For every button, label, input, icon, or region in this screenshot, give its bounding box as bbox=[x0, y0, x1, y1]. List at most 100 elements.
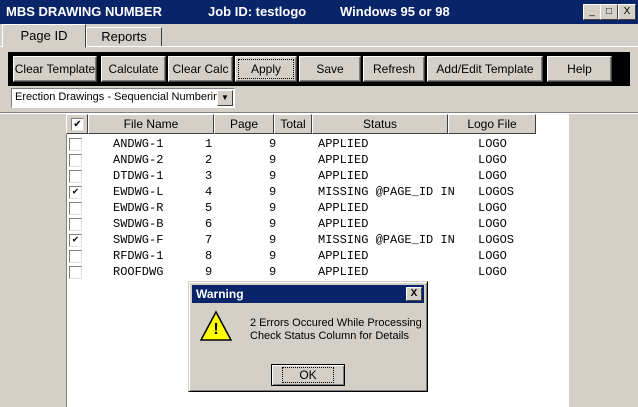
chevron-down-icon[interactable]: ▼ bbox=[217, 90, 233, 106]
total-cell: 9 bbox=[269, 137, 277, 151]
tab-divider bbox=[0, 46, 638, 47]
table-row[interactable]: ANDWG-1 1 9 APPLIED LOGO bbox=[66, 136, 568, 152]
table-row[interactable]: ROOFDWG 9 9 APPLIED LOGO bbox=[66, 264, 568, 280]
page-cell: 8 bbox=[205, 249, 213, 263]
table-row[interactable]: RFDWG-1 8 9 APPLIED LOGO bbox=[66, 248, 568, 264]
save-button[interactable]: Save bbox=[299, 56, 361, 82]
warning-icon: ! bbox=[199, 310, 233, 344]
row-checkbox[interactable] bbox=[69, 138, 82, 151]
minimize-button[interactable]: _ bbox=[583, 4, 601, 20]
status-cell: APPLIED bbox=[318, 169, 369, 183]
close-button[interactable]: X bbox=[618, 4, 636, 20]
total-cell: 9 bbox=[269, 265, 277, 279]
total-cell: 9 bbox=[269, 169, 277, 183]
logo-file-cell: LOGO bbox=[478, 217, 507, 231]
page-cell: 4 bbox=[205, 185, 213, 199]
status-cell: APPLIED bbox=[318, 217, 369, 231]
file-name-cell: SWDWG-B bbox=[113, 217, 164, 231]
column-status[interactable]: Status bbox=[312, 114, 448, 134]
refresh-button[interactable]: Refresh bbox=[363, 56, 425, 82]
select-all-header[interactable]: ✔ bbox=[66, 114, 88, 134]
column-total[interactable]: Total bbox=[274, 114, 312, 134]
status-cell: MISSING @PAGE_ID IN bbox=[318, 185, 455, 199]
tab-page-id[interactable]: Page ID bbox=[2, 24, 86, 48]
row-checkbox[interactable] bbox=[69, 154, 82, 167]
calculate-button[interactable]: Calculate bbox=[101, 56, 166, 82]
file-name-cell: SWDWG-F bbox=[113, 233, 164, 247]
logo-file-cell: LOGOS bbox=[478, 185, 515, 199]
status-cell: APPLIED bbox=[318, 249, 369, 263]
dialog-title-bar: Warning X bbox=[192, 285, 424, 303]
status-cell: APPLIED bbox=[318, 201, 369, 215]
select-all-checkbox[interactable]: ✔ bbox=[71, 118, 84, 131]
warning-icon-glyph: ! bbox=[213, 321, 219, 338]
row-checkbox[interactable] bbox=[69, 250, 82, 263]
row-checkbox[interactable] bbox=[69, 202, 82, 215]
total-cell: 9 bbox=[269, 217, 277, 231]
total-cell: 9 bbox=[269, 233, 277, 247]
logo-file-cell: LOGO bbox=[478, 137, 507, 151]
file-name-cell: ANDWG-1 bbox=[113, 137, 164, 151]
maximize-button[interactable]: □ bbox=[600, 4, 618, 20]
warning-dialog: Warning X ! 2 Errors Occured While Proce… bbox=[188, 281, 428, 392]
title-bar: MBS DRAWING NUMBER Job ID: testlogo Wind… bbox=[0, 0, 638, 24]
page-cell: 1 bbox=[205, 137, 213, 151]
logo-file-cell: LOGO bbox=[478, 169, 507, 183]
file-name-cell: ANDWG-2 bbox=[113, 153, 164, 167]
logo-file-cell: LOGO bbox=[478, 265, 507, 279]
logo-file-cell: LOGOS bbox=[478, 233, 515, 247]
os-label: Windows 95 or 98 bbox=[340, 4, 450, 19]
page-cell: 3 bbox=[205, 169, 213, 183]
dialog-message-line1: 2 Errors Occured While Processing bbox=[250, 317, 422, 329]
row-checkbox[interactable]: ✔ bbox=[69, 186, 82, 199]
dialog-message-line2: Check Status Column for Details bbox=[250, 330, 409, 342]
page-cell: 2 bbox=[205, 153, 213, 167]
row-checkbox[interactable] bbox=[69, 170, 82, 183]
page-cell: 9 bbox=[205, 265, 213, 279]
dialog-title: Warning bbox=[196, 287, 244, 301]
logo-file-cell: LOGO bbox=[478, 201, 507, 215]
total-cell: 9 bbox=[269, 185, 277, 199]
logo-file-cell: LOGO bbox=[478, 249, 507, 263]
table-row[interactable]: ✔ SWDWG-F 7 9 MISSING @PAGE_ID IN LOGOS bbox=[66, 232, 568, 248]
logo-file-cell: LOGO bbox=[478, 153, 507, 167]
column-file-name[interactable]: File Name bbox=[88, 114, 214, 134]
status-cell: APPLIED bbox=[318, 265, 369, 279]
page-cell: 5 bbox=[205, 201, 213, 215]
total-cell: 9 bbox=[269, 249, 277, 263]
tab-reports[interactable]: Reports bbox=[86, 27, 162, 47]
file-name-cell: EWDWG-R bbox=[113, 201, 164, 215]
clear-calc-button[interactable]: Clear Calc bbox=[168, 56, 233, 82]
clear-template-button[interactable]: Clear Template bbox=[13, 56, 97, 82]
table-row[interactable]: EWDWG-R 5 9 APPLIED LOGO bbox=[66, 200, 568, 216]
file-name-cell: ROOFDWG bbox=[113, 265, 164, 279]
status-cell: MISSING @PAGE_ID IN bbox=[318, 233, 455, 247]
template-select[interactable]: Erection Drawings - Sequencial Numbering… bbox=[11, 88, 235, 108]
add-edit-template-button[interactable]: Add/Edit Template bbox=[427, 56, 543, 82]
toolbar: Clear Template Calculate Clear Calc Appl… bbox=[8, 52, 630, 86]
help-button[interactable]: Help bbox=[547, 56, 612, 82]
file-name-cell: RFDWG-1 bbox=[113, 249, 164, 263]
column-page[interactable]: Page bbox=[214, 114, 274, 134]
column-logo-file[interactable]: Logo File bbox=[448, 114, 536, 134]
template-select-value: Erection Drawings - Sequencial Numbering bbox=[15, 91, 226, 103]
page-cell: 7 bbox=[205, 233, 213, 247]
status-cell: APPLIED bbox=[318, 153, 369, 167]
page-cell: 6 bbox=[205, 217, 213, 231]
table-row[interactable]: DTDWG-1 3 9 APPLIED LOGO bbox=[66, 168, 568, 184]
row-checkbox[interactable] bbox=[69, 266, 82, 279]
window-title: MBS DRAWING NUMBER bbox=[6, 4, 162, 19]
table-row[interactable]: ✔ EWDWG-L 4 9 MISSING @PAGE_ID IN LOGOS bbox=[66, 184, 568, 200]
total-cell: 9 bbox=[269, 201, 277, 215]
row-checkbox[interactable] bbox=[69, 218, 82, 231]
ok-button[interactable]: OK bbox=[271, 364, 345, 386]
status-cell: APPLIED bbox=[318, 137, 369, 151]
table-row[interactable]: ANDWG-2 2 9 APPLIED LOGO bbox=[66, 152, 568, 168]
table-row[interactable]: SWDWG-B 6 9 APPLIED LOGO bbox=[66, 216, 568, 232]
apply-button[interactable]: Apply bbox=[235, 56, 297, 82]
row-checkbox[interactable]: ✔ bbox=[69, 234, 82, 247]
job-id-label: Job ID: testlogo bbox=[208, 4, 307, 19]
file-name-cell: DTDWG-1 bbox=[113, 169, 164, 183]
ok-button-label: OK bbox=[282, 367, 334, 383]
dialog-close-button[interactable]: X bbox=[406, 287, 422, 301]
